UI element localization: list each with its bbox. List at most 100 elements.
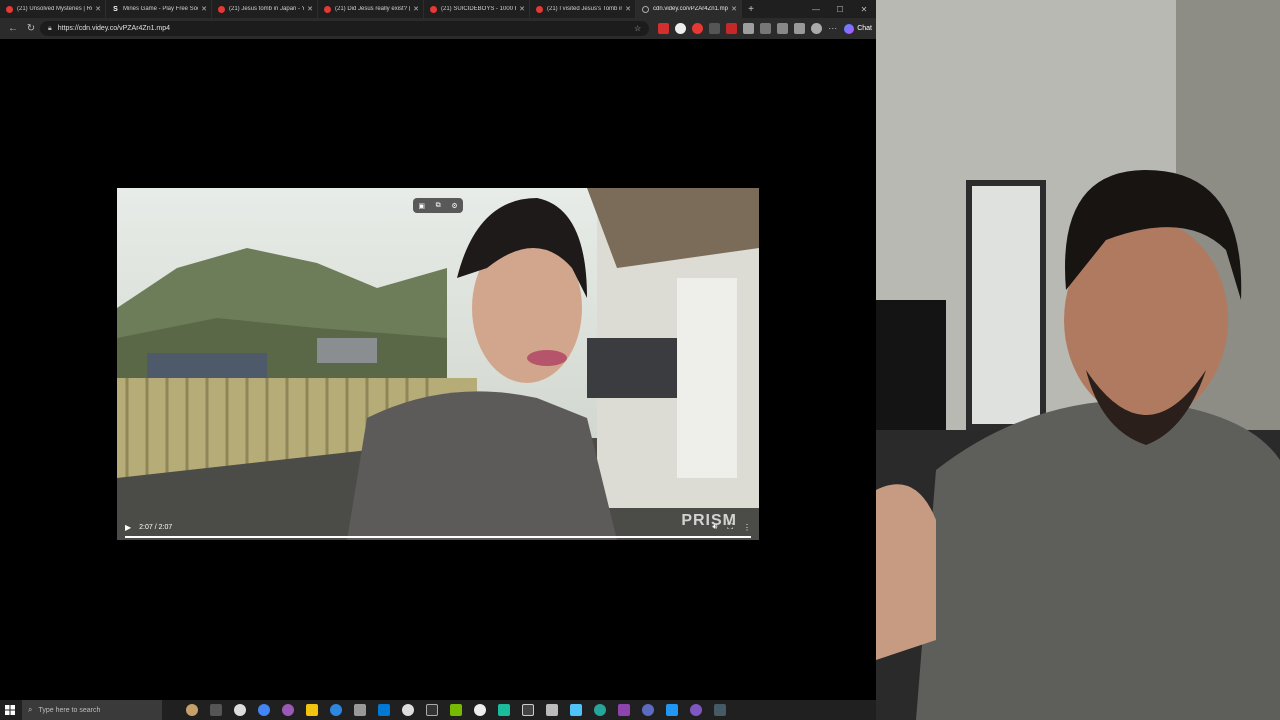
app-icon[interactable] bbox=[378, 704, 390, 716]
video-player[interactable]: ▣ ⧉ ⚙ PRISM ▶ 2:07 / 2:07 🔊︎ ⛶ ⋮ bbox=[117, 188, 759, 540]
close-icon[interactable]: ✕ bbox=[625, 5, 631, 13]
window-controls: — ☐ ✕ bbox=[804, 0, 876, 18]
close-icon[interactable]: ✕ bbox=[731, 5, 737, 13]
volume-icon[interactable]: 🔊︎ bbox=[712, 522, 717, 532]
tab-unsolved-mysteries[interactable]: (21) Unsolved Mysteries | Roll ✕ bbox=[0, 0, 106, 18]
app-icon[interactable] bbox=[426, 704, 438, 716]
fullscreen-icon[interactable]: ⛶ bbox=[727, 522, 733, 532]
progress-bar[interactable] bbox=[125, 536, 751, 538]
extensions-bar: ⋯ bbox=[655, 23, 840, 34]
windows-start-icon[interactable] bbox=[0, 700, 20, 720]
close-icon[interactable]: ✕ bbox=[201, 5, 207, 13]
url-text: https://cdn.videy.co/vPZAr4Zn1.mp4 bbox=[57, 25, 171, 32]
maximize-icon[interactable]: ☐ bbox=[828, 5, 852, 14]
video-overlay-toolbar: ▣ ⧉ ⚙ bbox=[413, 198, 463, 213]
app-icon[interactable] bbox=[618, 704, 630, 716]
tab-did-jesus-exist[interactable]: (21) Did Jesus really exist? (w ✕ bbox=[318, 0, 424, 18]
tab-title: (21) Jesus tomb in Japan - Yo bbox=[229, 6, 305, 12]
browser-window: (21) Unsolved Mysteries | Roll ✕ S Mines… bbox=[0, 0, 876, 700]
tab-videy-mp4[interactable]: cdn.videy.co/vPZAr4Zn1.mp4 ✕ bbox=[636, 0, 742, 18]
pip-icon[interactable]: ▣ bbox=[418, 202, 425, 210]
close-window-icon[interactable]: ✕ bbox=[852, 5, 876, 14]
chat-label: Chat bbox=[857, 25, 872, 32]
webcam-feed bbox=[876, 0, 1280, 720]
star-icon[interactable]: ☆ bbox=[634, 24, 641, 33]
new-tab-button[interactable]: + bbox=[742, 4, 760, 15]
tab-title: (21) SUICIDEBOYS - 1000 BL bbox=[441, 6, 517, 12]
time-display: 2:07 / 2:07 bbox=[139, 523, 173, 531]
close-icon[interactable]: ✕ bbox=[95, 5, 101, 13]
youtube-icon bbox=[6, 5, 13, 13]
chat-button[interactable]: Chat bbox=[844, 23, 872, 34]
youtube-icon bbox=[218, 5, 225, 13]
tab-mines-game[interactable]: S Mines Game - Play Free Socia ✕ bbox=[106, 0, 212, 18]
profile-icon[interactable] bbox=[811, 23, 823, 34]
tab-title: (21) Unsolved Mysteries | Roll bbox=[17, 6, 93, 12]
extension-icon[interactable] bbox=[726, 23, 738, 34]
close-icon[interactable]: ✕ bbox=[413, 5, 419, 13]
edge-icon[interactable] bbox=[330, 704, 342, 716]
app-icon[interactable] bbox=[546, 704, 558, 716]
app-icon[interactable] bbox=[642, 704, 654, 716]
app-icon[interactable] bbox=[234, 704, 246, 716]
app-icon[interactable] bbox=[570, 704, 582, 716]
app-icon[interactable] bbox=[282, 704, 294, 716]
close-icon[interactable]: ✕ bbox=[519, 5, 525, 13]
address-bar: ← ↻ 🔒︎ https://cdn.videy.co/vPZAr4Zn1.mp… bbox=[0, 18, 876, 39]
taskbar-search-input[interactable]: ⌕ Type here to search bbox=[22, 700, 162, 720]
tab-visited-jesus-tomb[interactable]: (21) I visited Jesus's Tomb in ✕ bbox=[530, 0, 636, 18]
app-icon[interactable] bbox=[354, 704, 366, 716]
extension-icon[interactable] bbox=[675, 23, 687, 34]
tab-title: cdn.videy.co/vPZAr4Zn1.mp4 bbox=[653, 6, 729, 12]
more-icon[interactable]: ⋯ bbox=[828, 23, 837, 34]
back-icon[interactable]: ← bbox=[4, 23, 22, 34]
play-icon[interactable]: ▶ bbox=[125, 523, 131, 532]
screenshot-icon[interactable]: ⧉ bbox=[436, 202, 441, 210]
extension-icon[interactable] bbox=[743, 23, 755, 34]
collections-icon[interactable] bbox=[794, 23, 806, 34]
tab-title: (21) I visited Jesus's Tomb in bbox=[547, 6, 623, 12]
taskbar-apps bbox=[180, 704, 732, 716]
lock-icon: 🔒︎ bbox=[48, 24, 52, 32]
puzzle-icon[interactable] bbox=[760, 23, 772, 34]
app-icon[interactable] bbox=[402, 704, 414, 716]
webcam-image bbox=[876, 0, 1280, 720]
app-icon[interactable] bbox=[522, 704, 534, 716]
task-view-icon[interactable] bbox=[210, 704, 222, 716]
cookie-icon[interactable] bbox=[186, 704, 198, 716]
extension-icon[interactable] bbox=[692, 23, 704, 34]
search-placeholder: Type here to search bbox=[38, 706, 101, 714]
tab-suicideboys[interactable]: (21) SUICIDEBOYS - 1000 BL ✕ bbox=[424, 0, 530, 18]
chrome-icon[interactable] bbox=[258, 704, 270, 716]
minimize-icon[interactable]: — bbox=[804, 5, 828, 14]
app-icon[interactable] bbox=[498, 704, 510, 716]
close-icon[interactable]: ✕ bbox=[307, 5, 313, 13]
youtube-icon bbox=[430, 5, 437, 13]
extension-icon[interactable] bbox=[658, 23, 670, 34]
tab-jesus-tomb-japan[interactable]: (21) Jesus tomb in Japan - Yo ✕ bbox=[212, 0, 318, 18]
app-icon[interactable] bbox=[690, 704, 702, 716]
windows-logo bbox=[5, 705, 15, 715]
tab-title: (21) Did Jesus really exist? (w bbox=[335, 6, 411, 12]
s-icon: S bbox=[113, 5, 118, 13]
youtube-icon bbox=[536, 5, 543, 13]
settings-icon[interactable]: ⚙ bbox=[451, 202, 457, 210]
taskbar: ⌕ Type here to search bbox=[0, 700, 876, 720]
more-options-icon[interactable]: ⋮ bbox=[743, 523, 751, 532]
nvidia-icon[interactable] bbox=[450, 704, 462, 716]
app-icon[interactable] bbox=[594, 704, 606, 716]
globe-icon bbox=[642, 5, 649, 13]
app-icon[interactable] bbox=[474, 704, 486, 716]
copilot-icon bbox=[844, 23, 855, 34]
extension-icon[interactable] bbox=[709, 23, 721, 34]
app-icon[interactable] bbox=[666, 704, 678, 716]
file-explorer-icon[interactable] bbox=[306, 704, 318, 716]
steam-icon[interactable] bbox=[714, 704, 726, 716]
search-icon: ⌕ bbox=[28, 705, 33, 714]
tab-strip: (21) Unsolved Mysteries | Roll ✕ S Mines… bbox=[0, 0, 876, 18]
reload-icon[interactable]: ↻ bbox=[22, 23, 40, 34]
favorites-icon[interactable] bbox=[777, 23, 789, 34]
youtube-icon bbox=[324, 5, 331, 13]
video-frame bbox=[117, 188, 759, 540]
url-field[interactable]: 🔒︎ https://cdn.videy.co/vPZAr4Zn1.mp4 ☆ bbox=[40, 21, 650, 36]
